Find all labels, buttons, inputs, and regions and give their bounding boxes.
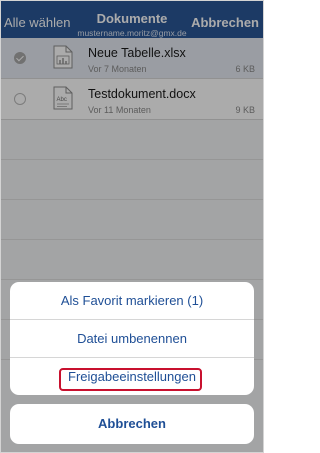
cancel-button[interactable]: Abbrechen — [10, 404, 254, 444]
action-sheet: Als Favorit markieren (1) Datei umbenenn… — [10, 282, 254, 395]
favorite-action-button[interactable]: Als Favorit markieren (1) — [10, 282, 254, 319]
rename-action-button[interactable]: Datei umbenennen — [10, 320, 254, 357]
screen: Alle wählen Dokumente mustername.moritz@… — [0, 0, 264, 453]
highlight-frame — [59, 368, 202, 391]
